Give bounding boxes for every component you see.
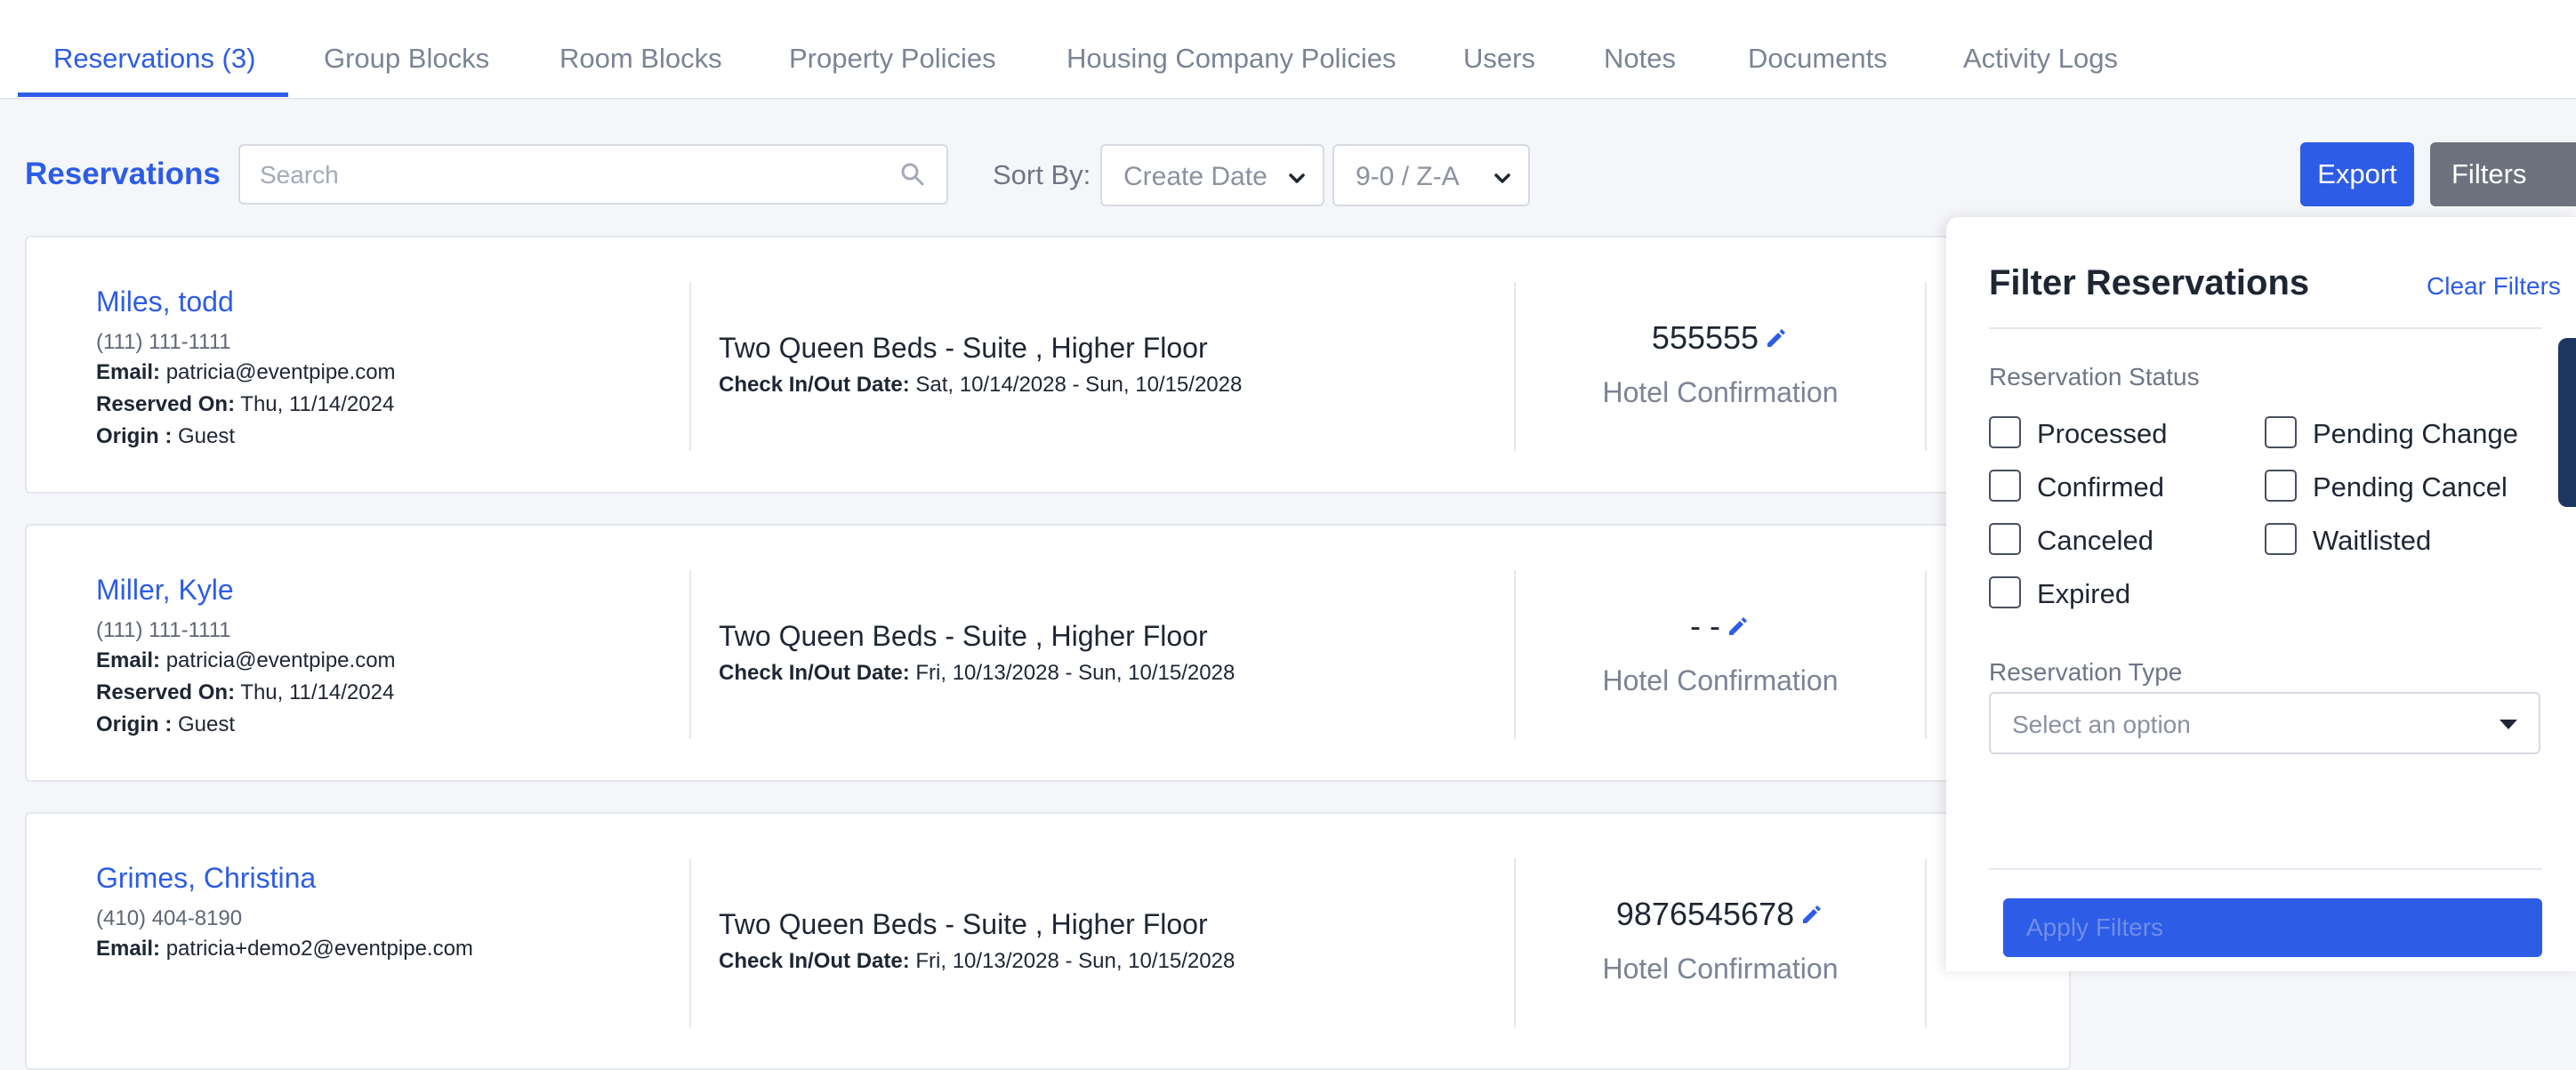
hotel-confirmation-number: - - [1516,607,1925,647]
filters-button[interactable]: Filters [2430,142,2576,206]
tab-activity-logs[interactable]: Activity Logs [1963,43,2118,75]
page-title: Reservations [25,157,221,191]
sort-field-value: Create Date [1123,162,1268,191]
reservation-type-select[interactable]: Select an option [1989,692,2540,754]
checkbox[interactable] [1989,470,2021,502]
reserved-on: Reserved On: Thu, 11/14/2024 [96,392,395,416]
active-tab-indicator [18,93,288,97]
reservation-type-placeholder: Select an option [2012,711,2191,738]
clear-filters-link[interactable]: Clear Filters [2427,272,2561,301]
divider [689,282,691,451]
hotel-confirmation-number: 9876545678 [1516,896,1925,935]
tab-housing-company-policies[interactable]: Housing Company Policies [1067,43,1396,75]
reservation-card: Grimes, Christina (410) 404-8190 Email: … [25,812,2071,1070]
sort-order-value: 9-0 / Z-A [1356,162,1460,191]
search-icon[interactable] [900,162,925,191]
guest-phone: (410) 404-8190 [96,906,243,930]
guest-email: Email: patricia@eventpipe.com [96,360,396,384]
origin: Origin : Guest [96,712,236,736]
sort-by-label: Sort By: [993,159,1091,190]
sort-order-select[interactable]: 9-0 / Z-A [1332,144,1530,206]
hotel-confirmation-label: Hotel Confirmation [1602,376,1839,408]
guest-email: Email: patricia@eventpipe.com [96,648,396,672]
sort-field-select[interactable]: Create Date [1100,144,1324,206]
check-in-out-dates: Check In/Out Date: Fri, 10/13/2028 - Sun… [719,661,1236,685]
divider [1925,282,1927,451]
room-type: Two Queen Beds - Suite , Higher Floor [719,620,1208,652]
search-input[interactable] [258,146,884,205]
pencil-icon[interactable] [1726,609,1751,647]
guest-name-link[interactable]: Miller, Kyle [96,574,234,607]
hotel-confirmation-number: 555555 [1516,319,1925,358]
checkbox[interactable] [2265,470,2297,502]
divider [1989,327,2542,329]
guest-name-link[interactable]: Grimes, Christina [96,862,316,895]
search-box[interactable] [238,144,948,205]
reservation-card: Miles, todd (111) 111-1111 Email: patric… [25,236,2071,494]
guest-phone: (111) 111-1111 [96,618,231,642]
chevron-down-icon [1493,165,1512,196]
checkbox[interactable] [2265,523,2297,555]
divider [689,858,691,1027]
reservation-type-label: Reservation Type [1989,658,2183,686]
divider [1514,282,1516,451]
guest-phone: (111) 111-1111 [96,330,231,354]
pencil-icon[interactable] [1799,897,1824,935]
reservation-card: Miller, Kyle (111) 111-1111 Email: patri… [25,524,2071,782]
tab-bar: Reservations (3) Group Blocks Room Block… [0,0,2576,100]
checkbox[interactable] [1989,416,2021,448]
room-type: Two Queen Beds - Suite , Higher Floor [719,908,1208,940]
divider [689,570,691,739]
divider [1925,570,1927,739]
tab-notes[interactable]: Notes [1604,43,1676,75]
side-panel-handle[interactable] [2558,338,2576,507]
tab-group-blocks[interactable]: Group Blocks [324,43,489,75]
pencil-icon[interactable] [1764,321,1789,358]
tab-documents[interactable]: Documents [1748,43,1888,75]
checkbox[interactable] [1989,576,2021,608]
tab-reservations[interactable]: Reservations (3) [53,43,255,75]
origin: Origin : Guest [96,424,236,448]
divider [1989,868,2542,870]
apply-filters-button[interactable]: Apply Filters [2003,898,2542,957]
filter-panel-title: Filter Reservations [1989,263,2310,302]
tab-property-policies[interactable]: Property Policies [789,43,996,75]
chevron-down-icon [1287,165,1307,196]
check-in-out-dates: Check In/Out Date: Fri, 10/13/2028 - Sun… [719,949,1236,973]
filter-panel: Filter Reservations Clear Filters Reserv… [1946,217,2576,971]
reservation-status-label: Reservation Status [1989,363,2200,390]
divider [1925,858,1927,1027]
hotel-confirmation-label: Hotel Confirmation [1602,953,1839,985]
export-button[interactable]: Export [2300,142,2414,206]
divider [1514,858,1516,1027]
room-type: Two Queen Beds - Suite , Higher Floor [719,332,1208,364]
checkbox[interactable] [2265,416,2297,448]
checkbox[interactable] [1989,523,2021,555]
guest-email: Email: patricia+demo2@eventpipe.com [96,937,473,961]
guest-name-link[interactable]: Miles, todd [96,286,234,318]
check-in-out-dates: Check In/Out Date: Sat, 10/14/2028 - Sun… [719,373,1243,397]
caret-down-icon [2500,719,2517,735]
reserved-on: Reserved On: Thu, 11/14/2024 [96,680,395,704]
tab-users[interactable]: Users [1463,43,1535,75]
divider [1514,570,1516,739]
tab-room-blocks[interactable]: Room Blocks [559,43,722,75]
hotel-confirmation-label: Hotel Confirmation [1602,664,1839,696]
